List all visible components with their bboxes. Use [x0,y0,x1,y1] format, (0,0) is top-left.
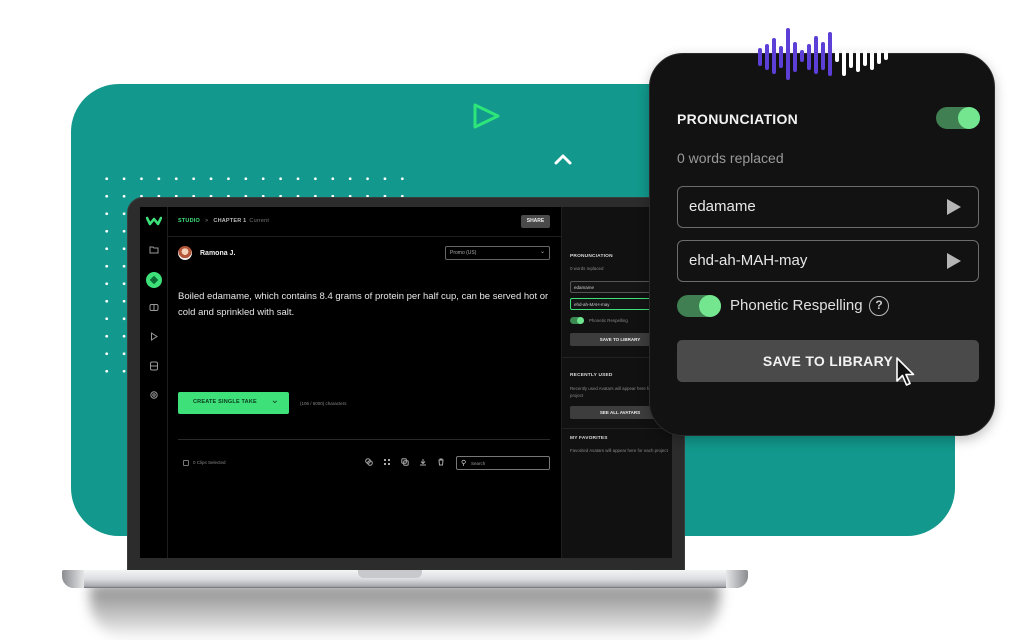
phonetic-respelling-label: Phonetic Respelling [730,297,863,314]
pronunciation-heading: PRONUNCIATION [570,254,613,259]
download-icon[interactable] [418,458,427,467]
breadcrumb-separator: > [204,218,209,224]
voice-name: Ramona J. [200,250,236,257]
card-title: PRONUNCIATION [677,111,799,127]
save-to-library-button[interactable]: SAVE TO LIBRARY [677,340,979,382]
breadcrumb-status: Current [249,218,270,224]
share-button[interactable]: SHARE [521,215,550,228]
pronunciation-card: PRONUNCIATION 0 words replaced edamame e… [649,53,995,436]
chevron-down-icon: ⌄ [539,249,545,255]
divider [178,439,550,440]
gear-icon[interactable] [148,390,160,402]
voice-style-value: Promo (US) [450,250,477,256]
respelling-field[interactable]: ehd-ah-MAH-may [677,240,979,282]
laptop-notch [358,570,422,578]
word-input-value: edamame [574,285,595,290]
recently-used-heading: RECENTLY USED [570,373,613,378]
respelling-field-value: ehd-ah-MAH-may [689,252,808,269]
merge-icon[interactable] [364,458,373,467]
chevron-up-icon [554,154,572,165]
phonetic-respelling-toggle[interactable] [570,317,584,324]
brand-logo-icon [146,216,162,226]
avatar [178,246,192,260]
mouse-cursor-icon [896,357,915,386]
breadcrumb: STUDIO > CHAPTER 1 Current [178,218,269,224]
chevron-down-icon[interactable]: ⌄ [271,395,279,406]
search-input[interactable]: ⚲ Search [456,456,550,470]
word-field[interactable]: edamame [677,186,979,228]
folder-icon[interactable] [148,245,160,257]
play-icon[interactable] [148,332,160,344]
help-icon[interactable]: ? [869,296,889,316]
search-placeholder: Search [471,461,486,466]
audio-waveform-icon [758,28,888,80]
voice-icon[interactable] [146,272,162,288]
clips-selected-label: 0 Clips Selected [193,460,226,465]
script-text[interactable]: Boiled edamame, which contains 8.4 grams… [178,289,553,321]
respelling-input-value: ehd-ah-MAH-may [574,302,610,307]
trash-icon[interactable] [436,458,445,467]
search-icon: ⚲ [461,460,467,467]
pronunciation-toggle[interactable] [936,107,980,129]
character-count: (106 / 5000) characters [300,401,347,406]
play-outline-icon [473,103,500,129]
divider [562,428,672,429]
app-screen: STUDIO > CHAPTER 1 Current SHARE Ramona J. … [140,207,672,558]
breadcrumb-chapter[interactable]: CHAPTER 1 [213,218,246,224]
sidebar [140,207,168,558]
my-favorites-text: Favorited Avatars will appear here for e… [570,448,668,453]
top-bar: STUDIO > CHAPTER 1 Current SHARE [168,207,561,237]
database-icon[interactable] [148,361,160,373]
grid-icon[interactable] [382,458,391,467]
play-icon[interactable] [946,198,962,216]
create-single-take-label: CREATE SINGLE TAKE [193,399,257,405]
voice-style-select[interactable]: Promo (US) ⌄ [445,246,550,260]
duplicate-icon[interactable] [400,458,409,467]
word-field-value: edamame [689,198,756,215]
play-icon[interactable] [946,252,962,270]
words-replaced-label: 0 words replaced [677,150,784,166]
marketing-stage: STUDIO > CHAPTER 1 Current SHARE Ramona J. … [0,0,1024,640]
phonetic-respelling-toggle[interactable] [677,295,721,317]
my-favorites-heading: MY FAVORITES [570,436,608,441]
book-icon[interactable] [148,303,160,315]
breadcrumb-studio[interactable]: STUDIO [178,218,200,224]
create-single-take-button[interactable]: CREATE SINGLE TAKE ⌄ [178,392,289,414]
select-all-checkbox[interactable] [183,460,189,466]
laptop-shadow [90,585,720,640]
